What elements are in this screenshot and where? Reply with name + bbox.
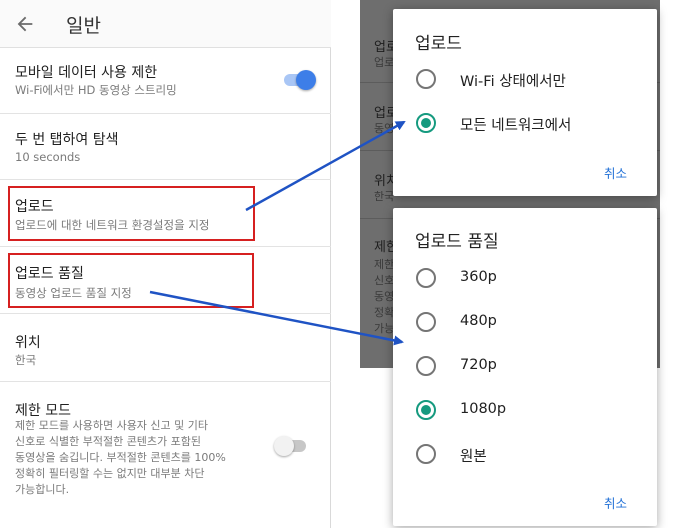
highlight-box-upload-quality [8,253,254,308]
ghost-subtitle: 신호 [374,274,395,287]
dialog-panel: 업로 업로 업로 동영 위치 한국 제한 제한 신호 동영 정확 가능 업로드 … [332,0,690,528]
setting-restricted-mode[interactable]: 제한 모드 제한 모드를 사용하면 사용자 신고 및 기타 신호로 식별한 부적… [0,382,331,528]
app-bar: 일반 [0,0,331,48]
setting-subtitle: 10 seconds [15,150,81,164]
toggle-thumb [274,436,294,456]
highlight-box-upload [8,186,255,241]
option-1080p[interactable]: 1080p [393,395,657,425]
option-480p[interactable]: 480p [393,307,657,337]
page-title: 일반 [66,15,101,37]
radio-button[interactable] [416,312,436,332]
setting-title: 모바일 데이터 사용 제한 [15,65,158,81]
setting-subtitle: Wi-Fi에서만 HD 동영상 스트리밍 [15,83,177,97]
setting-title: 제한 모드 [15,403,71,419]
ghost-subtitle: 동영 [374,290,395,303]
setting-mobile-data[interactable]: 모바일 데이터 사용 제한 Wi-Fi에서만 HD 동영상 스트리밍 [0,48,331,114]
option-label: Wi-Fi 상태에서만 [460,74,566,90]
dialog-title: 업로드 품질 [415,232,499,252]
radio-button-selected[interactable] [416,113,436,133]
radio-button[interactable] [416,356,436,376]
option-label: 1080p [460,401,507,417]
ghost-subtitle: 제한 [374,258,395,271]
option-all-networks[interactable]: 모든 네트워크에서 [393,108,657,138]
cancel-button[interactable]: 취소 [604,493,627,512]
mobile-data-toggle[interactable] [282,70,316,90]
setting-description: 제한 모드를 사용하면 사용자 신고 및 기타 신호로 식별한 부적절한 콘텐츠… [15,418,265,498]
radio-button-selected[interactable] [416,400,436,420]
option-label: 360p [460,269,497,285]
ghost-subtitle: 가능 [374,322,395,335]
radio-button[interactable] [416,444,436,464]
option-original[interactable]: 원본 [393,439,657,469]
ghost-subtitle: 동영 [374,122,395,135]
radio-button[interactable] [416,69,436,89]
option-label: 원본 [460,449,487,465]
description-line: 신호로 식별한 부적절한 콘텐츠가 포함된 [15,435,202,448]
cancel-button[interactable]: 취소 [604,163,627,182]
setting-double-tap[interactable]: 두 번 탭하여 탐색 10 seconds [0,114,331,180]
description-line: 제한 모드를 사용하면 사용자 신고 및 기타 [15,419,209,432]
arrow-left-icon[interactable] [14,13,36,35]
setting-subtitle: 한국 [15,353,37,367]
description-line: 정확히 필터링할 수는 없지만 대부분 차단 [15,467,205,480]
upload-quality-dialog: 업로드 품질 360p 480p 720p 1080p 원본 취소 [393,208,657,526]
ghost-subtitle: 한국 [374,190,395,203]
setting-title: 위치 [15,335,41,351]
settings-panel: 일반 모바일 데이터 사용 제한 Wi-Fi에서만 HD 동영상 스트리밍 두 … [0,0,331,528]
option-label: 모든 네트워크에서 [460,118,572,134]
ghost-subtitle: 정확 [374,306,395,319]
option-720p[interactable]: 720p [393,351,657,381]
option-360p[interactable]: 360p [393,263,657,293]
description-line: 동영상을 숨깁니다. 부적절한 콘텐츠를 100% [15,451,226,464]
restricted-mode-toggle[interactable] [274,436,308,456]
description-line: 가능합니다. [15,483,70,496]
ghost-subtitle: 업로 [374,56,395,69]
upload-dialog: 업로드 Wi-Fi 상태에서만 모든 네트워크에서 취소 [393,9,657,196]
option-wifi-only[interactable]: Wi-Fi 상태에서만 [393,64,657,94]
radio-button[interactable] [416,268,436,288]
setting-location[interactable]: 위치 한국 [0,314,331,382]
toggle-thumb [296,70,316,90]
option-label: 480p [460,313,497,329]
setting-title: 두 번 탭하여 탐색 [15,132,119,148]
dialog-title: 업로드 [415,34,462,54]
option-label: 720p [460,357,497,373]
